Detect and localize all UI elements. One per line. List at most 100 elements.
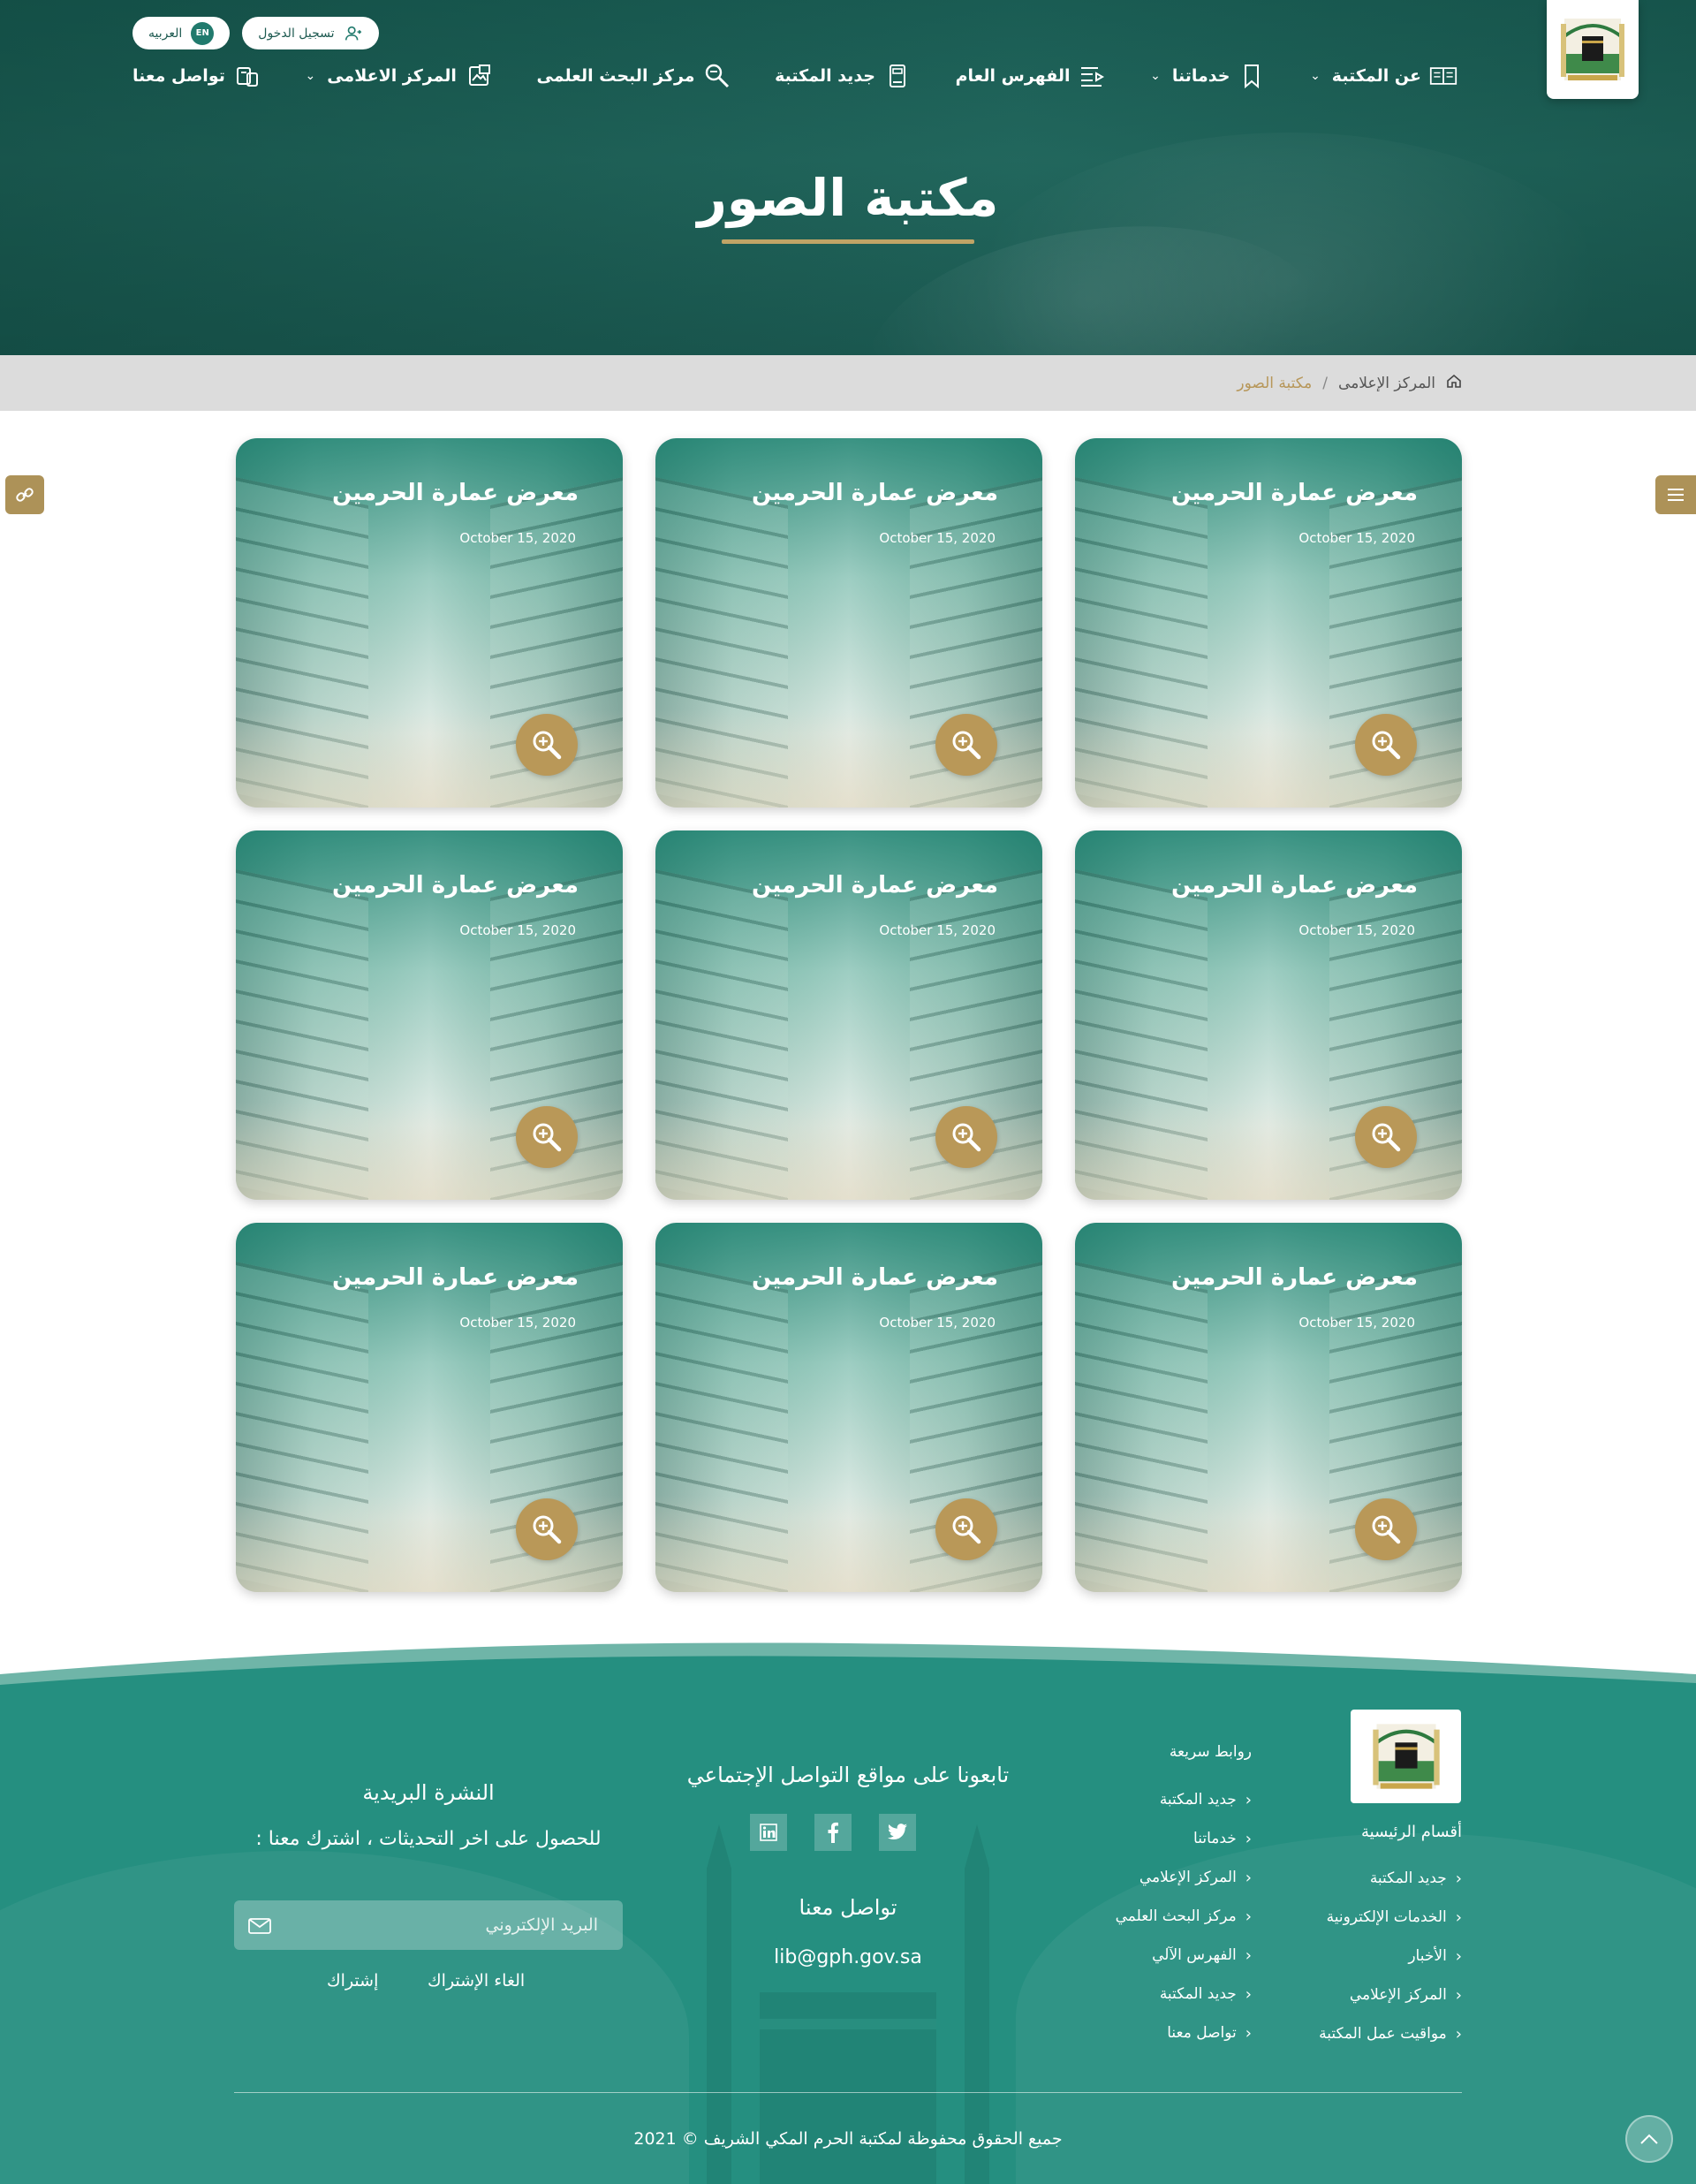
card-title: معرض عمارة الحرمين [752, 1264, 998, 1291]
footer-link[interactable]: ‹ جديد المكتبة [1116, 1780, 1252, 1819]
gallery-card[interactable]: معرض عمارة الحرمين October 15, 2020 [1075, 830, 1462, 1200]
gallery-card[interactable]: معرض عمارة الحرمين October 15, 2020 [655, 1223, 1042, 1592]
site-logo[interactable] [1547, 0, 1639, 99]
nav-library-new[interactable]: جديد المكتبة [775, 62, 912, 90]
hamburger-icon [1668, 489, 1684, 501]
zoom-in-icon [1372, 1515, 1401, 1544]
link-share-button[interactable] [5, 475, 44, 514]
footer-link[interactable]: ‹ خدماتنا [1116, 1819, 1252, 1858]
gallery-card[interactable]: معرض عمارة الحرمين October 15, 2020 [236, 830, 623, 1200]
gallery-card[interactable]: معرض عمارة الحرمين October 15, 2020 [236, 438, 623, 808]
newsletter-email-input[interactable] [234, 1900, 623, 1950]
card-title: معرض عمارة الحرمين [752, 480, 998, 506]
footer-link[interactable]: ‹ جديد المكتبة [1116, 1975, 1252, 2013]
footer-link[interactable]: ‹ جديد المكتبة [1319, 1859, 1462, 1898]
footer-link-label: جديد المكتبة [1369, 1869, 1447, 1887]
footer-link[interactable]: ‹ مركز البحث العلمي [1116, 1897, 1252, 1936]
main-sections-list: ‹ جديد المكتبة ‹ الخدمات الإلكترونية ‹ الأخبا… [1319, 1859, 1462, 2053]
card-date: October 15, 2020 [1298, 922, 1415, 938]
chevron-left-icon: ‹ [1245, 1868, 1252, 1887]
zoom-in-icon [952, 1515, 981, 1544]
footer-link[interactable]: ‹ مواقيت عمل المكتبة [1319, 2014, 1462, 2053]
footer-link-label: تواصل معنا [1167, 2024, 1237, 2042]
gallery-card[interactable]: معرض عمارة الحرمين October 15, 2020 [236, 1223, 623, 1592]
chevron-left-icon: ‹ [1245, 2023, 1252, 2043]
chevron-left-icon: ‹ [1455, 1869, 1462, 1888]
linkedin-icon[interactable] [750, 1814, 787, 1851]
footer-link[interactable]: ‹ الخدمات الإلكترونية [1319, 1898, 1462, 1937]
link-icon [16, 488, 34, 502]
footer-link-label: مركز البحث العلمي [1115, 1907, 1237, 1925]
nav-research-center[interactable]: مركز البحث العلمى [537, 62, 731, 90]
media-icon [465, 62, 493, 90]
lang-badge: EN [191, 21, 215, 45]
facebook-icon[interactable] [814, 1814, 852, 1851]
title-underline [722, 239, 974, 244]
contact-email-link[interactable]: lib@gph.gov.sa [671, 1946, 1025, 1968]
list-icon [1079, 62, 1107, 90]
chevron-left-icon: ‹ [1455, 1907, 1462, 1927]
unsubscribe-button[interactable]: الغاء الإشتراك [428, 1971, 525, 1991]
login-button[interactable]: تسجيل الدخول [242, 17, 379, 49]
twitter-icon[interactable] [879, 1814, 916, 1851]
zoom-in-icon [533, 1515, 562, 1544]
side-menu-button[interactable] [1655, 475, 1696, 514]
nav-general-catalog[interactable]: الفهرس العام [956, 62, 1107, 90]
zoom-in-button[interactable] [516, 1498, 578, 1560]
card-title: معرض عمارة الحرمين [332, 1264, 579, 1291]
social-title: تابعونا على مواقع التواصل الإجتماعي [686, 1763, 1010, 1787]
nav-contact-us[interactable]: تواصل معنا [132, 62, 261, 90]
zoom-in-icon [952, 1123, 981, 1152]
zoom-in-button[interactable] [516, 714, 578, 776]
subscribe-button[interactable]: إشتراك [327, 1971, 378, 1991]
zoom-in-button[interactable] [1355, 1106, 1417, 1168]
language-switch[interactable]: EN العربيه [132, 17, 231, 49]
zoom-in-button[interactable] [1355, 1498, 1417, 1560]
card-date: October 15, 2020 [879, 1315, 996, 1331]
zoom-in-button[interactable] [516, 1106, 578, 1168]
nav-label: المركز الاعلامى [327, 66, 457, 86]
footer-link-label: المركز الإعلامي [1349, 1986, 1447, 2004]
chevron-left-icon: ‹ [1455, 1946, 1462, 1966]
footer-wave [0, 1639, 1696, 1692]
home-icon[interactable] [1446, 373, 1462, 393]
footer-link-label: الفهرس الآلي [1152, 1946, 1237, 1964]
lang-label: العربيه [148, 26, 183, 41]
breadcrumb-parent[interactable]: المركز الإعلامى [1338, 375, 1435, 392]
footer-link[interactable]: ‹ المركز الإعلامي [1319, 1975, 1462, 2014]
breadcrumb-current: مكتبة الصور [1237, 374, 1313, 392]
gallery-card[interactable]: معرض عمارة الحرمين October 15, 2020 [1075, 1223, 1462, 1592]
zoom-in-button[interactable] [935, 714, 997, 776]
zoom-in-button[interactable] [1355, 714, 1417, 776]
footer-link[interactable]: ‹ الأخبار [1319, 1937, 1462, 1975]
kaaba-logo-icon [1372, 1724, 1440, 1789]
footer-link-label: الخدمات الإلكترونية [1326, 1908, 1447, 1926]
gallery-card[interactable]: معرض عمارة الحرمين October 15, 2020 [655, 438, 1042, 808]
zoom-in-button[interactable] [935, 1106, 997, 1168]
nav-label: تواصل معنا [132, 66, 225, 86]
gallery-card[interactable]: معرض عمارة الحرمين October 15, 2020 [1075, 438, 1462, 808]
card-title: معرض عمارة الحرمين [1171, 480, 1418, 506]
nav-about-library[interactable]: عن المكتبة ⌄ [1310, 62, 1458, 90]
nav-label: الفهرس العام [955, 66, 1071, 86]
card-date: October 15, 2020 [459, 922, 576, 938]
zoom-in-button[interactable] [935, 1498, 997, 1560]
social-links [750, 1814, 916, 1851]
contact-title: تواصل معنا [799, 1895, 897, 1920]
footer-link-label: خدماتنا [1193, 1830, 1237, 1847]
footer-link[interactable]: ‹ تواصل معنا [1116, 2013, 1252, 2052]
nav-label: خدماتنا [1171, 66, 1230, 86]
contact-icon [233, 62, 261, 90]
footer-logo[interactable] [1351, 1710, 1461, 1803]
footer-link[interactable]: ‹ الفهرس الآلي [1116, 1936, 1252, 1975]
footer-link-label: المركز الإعلامي [1139, 1869, 1237, 1886]
quick-links-list: ‹ جديد المكتبة ‹ خدماتنا ‹ المركز الإعلامي ‹ مر… [1116, 1780, 1252, 2052]
nav-our-services[interactable]: خدماتنا ⌄ [1150, 62, 1266, 90]
nav-media-center[interactable]: المركز الاعلامى ⌄ [305, 62, 492, 90]
nav-label: مركز البحث العلمى [536, 66, 695, 86]
gallery-card[interactable]: معرض عمارة الحرمين October 15, 2020 [655, 830, 1042, 1200]
footer-link[interactable]: ‹ المركز الإعلامي [1116, 1858, 1252, 1897]
card-title: معرض عمارة الحرمين [1171, 1264, 1418, 1291]
scroll-to-top-button[interactable] [1625, 2115, 1673, 2163]
footer-link-label: جديد المكتبة [1159, 1791, 1237, 1809]
